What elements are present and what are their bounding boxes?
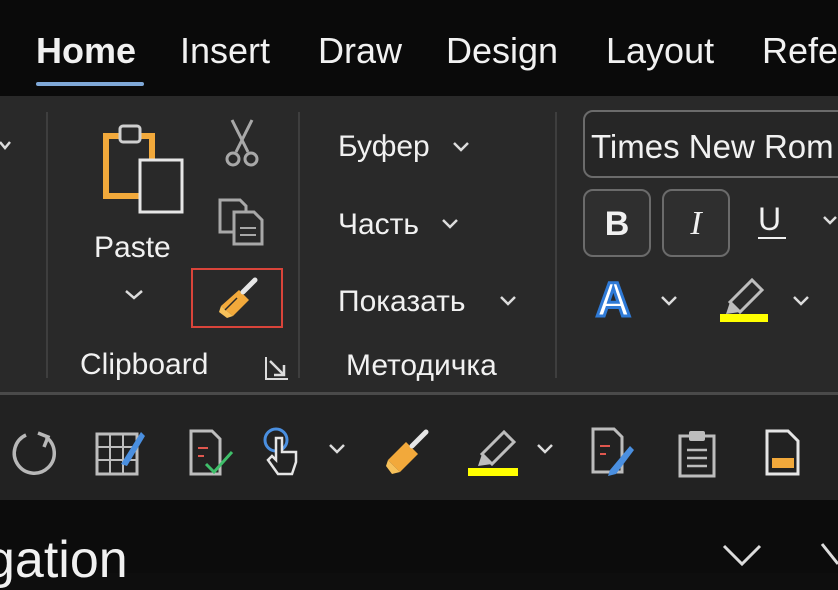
tab-home[interactable]: Home — [36, 30, 136, 72]
bold-label: B — [604, 205, 630, 243]
group-separator — [298, 112, 300, 378]
chevron-down-icon[interactable] — [328, 442, 346, 456]
menu-item-pokazat[interactable]: Показать — [338, 285, 466, 319]
chevron-down-icon[interactable] — [822, 214, 838, 228]
table-edit-icon[interactable] — [95, 428, 147, 478]
font-name-combobox[interactable]: Times New Rom — [583, 110, 838, 178]
text-effects-icon[interactable]: A — [595, 273, 633, 329]
dialog-launcher-icon[interactable] — [264, 355, 290, 381]
chevron-down-icon[interactable] — [720, 540, 764, 568]
paste-icon[interactable] — [100, 122, 188, 216]
check-document-icon[interactable] — [188, 428, 236, 478]
format-painter-icon[interactable] — [384, 428, 432, 476]
clipboard-icon[interactable] — [676, 428, 720, 478]
tab-layout[interactable]: Layout — [606, 30, 714, 72]
cut-icon[interactable] — [224, 118, 260, 170]
underline-button[interactable]: U — [758, 201, 781, 238]
tab-draw[interactable]: Draw — [318, 30, 402, 72]
tab-design[interactable]: Design — [446, 30, 558, 72]
menu-item-chast[interactable]: Часть — [338, 208, 419, 242]
touch-mode-icon[interactable] — [262, 426, 302, 478]
chevron-down-icon[interactable] — [452, 140, 470, 154]
chevron-down-icon[interactable] — [660, 294, 678, 308]
copy-icon[interactable] — [216, 196, 268, 248]
metodichka-group-label: Методичка — [346, 349, 497, 382]
chevron-down-icon[interactable] — [536, 442, 554, 456]
close-icon[interactable] — [818, 540, 838, 573]
italic-label: I — [690, 205, 702, 242]
chevron-down-icon[interactable] — [792, 294, 810, 308]
edit-document-icon[interactable] — [590, 426, 636, 478]
chevron-down-icon[interactable] — [499, 294, 517, 308]
highlighter-icon[interactable] — [468, 424, 520, 478]
active-tab-indicator — [36, 82, 144, 86]
format-painter-button[interactable] — [191, 268, 283, 328]
tab-insert[interactable]: Insert — [180, 30, 270, 72]
tab-references[interactable]: Refe — [762, 30, 838, 72]
paste-dropdown-chevron-icon[interactable] — [124, 288, 144, 302]
bold-button[interactable]: B — [583, 189, 651, 257]
group-separator — [46, 112, 48, 378]
group-separator — [555, 112, 557, 378]
underline-bar — [758, 237, 786, 239]
chevron-down-icon[interactable] — [441, 217, 459, 231]
navigation-pane-title: gation — [0, 531, 128, 589]
redo-icon[interactable] — [8, 427, 60, 479]
paste-label[interactable]: Paste — [94, 231, 171, 265]
clipboard-group-label: Clipboard — [80, 348, 209, 381]
menu-item-bufer[interactable]: Буфер — [338, 130, 430, 164]
chevron-down-icon[interactable] — [0, 138, 12, 158]
italic-button[interactable]: I — [662, 189, 730, 257]
font-name-value: Times New Rom — [591, 128, 834, 165]
highlighter-icon[interactable] — [718, 272, 770, 324]
document-icon[interactable] — [764, 428, 804, 478]
format-painter-icon — [219, 277, 258, 318]
